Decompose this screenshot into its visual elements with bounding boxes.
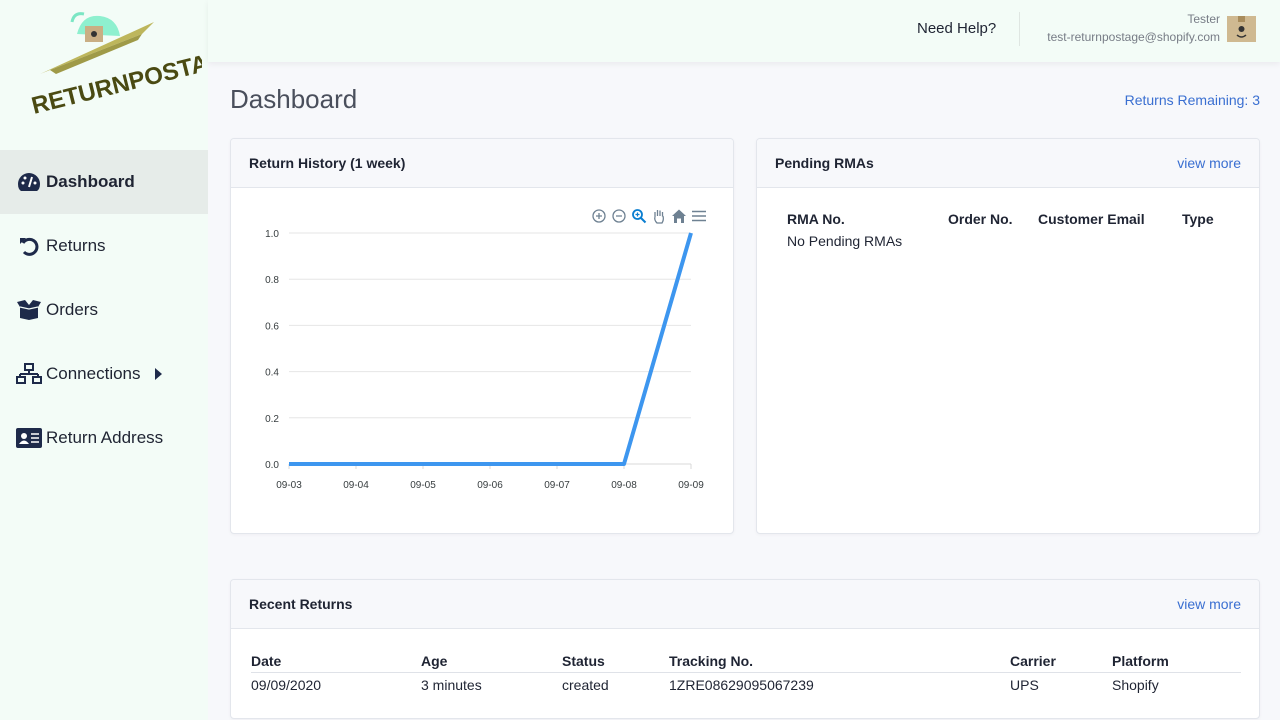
sidebar-item-label: Orders [46,300,98,319]
y-tick-label: 0.0 [265,460,279,471]
need-help-link[interactable]: Need Help? [917,20,996,37]
empty-state-text: No Pending RMAs [787,233,903,249]
caret-right-icon[interactable] [154,368,162,380]
brand-text: RETURNPOSTAGE [29,41,202,119]
reset-home-icon[interactable] [671,208,687,224]
x-tick-label: 09-06 [477,480,503,491]
sidebar-item-returns[interactable]: Returns [0,214,208,278]
card-header: Pending RMAs view more [757,139,1259,188]
zoom-in-icon[interactable] [591,208,607,224]
x-tick-label: 09-05 [410,480,436,491]
column-header[interactable]: Carrier [1010,650,1112,673]
return-history-chart: 0.0 0.2 0.4 0.6 0.8 1.0 09-03 09-04 09-05 09-06 09… [231,188,733,533]
rma-table: RMA No. Order No. Customer Email Type [787,209,1214,229]
view-more-link[interactable]: view more [1177,596,1241,612]
column-header[interactable]: Date [251,650,421,673]
card-header: Recent Returns view more [231,580,1259,629]
returns-remaining-link[interactable]: Returns Remaining: 3 [1125,92,1260,108]
recent-returns-card: Recent Returns view more Date Age Status… [230,579,1260,719]
sidebar-item-connections[interactable]: Connections [0,342,208,406]
column-header[interactable]: Status [562,650,669,673]
cell-age: 3 minutes [421,677,482,694]
table-header-row: RMA No. Order No. Customer Email Type [787,209,1214,229]
chart-toolbar [591,208,707,224]
pending-rmas-card: Pending RMAs view more RMA No. Order No.… [756,138,1260,534]
card-title: Recent Returns [249,596,353,612]
sidebar-item-orders[interactable]: Orders [0,278,208,342]
column-header[interactable]: Tracking No. [669,650,1010,673]
sidebar-item-label: Returns [46,236,106,255]
cell-carrier: UPS [1010,677,1039,694]
x-tick-label: 09-09 [678,480,704,491]
column-header[interactable]: RMA No. [787,209,948,229]
y-tick-label: 1.0 [265,229,279,240]
x-tick-label: 09-04 [343,480,369,491]
y-tick-label: 0.6 [265,321,279,332]
column-header[interactable]: Order No. [948,209,1038,229]
x-tick-label: 09-08 [611,480,637,491]
chart-plot: 0.0 0.2 0.4 0.6 0.8 1.0 09-03 09-04 09-05 09-06 09… [265,229,704,491]
series-line [289,232,693,466]
sidebar: RETURNPOSTAGE Dashboard Returns Orders C… [0,0,208,720]
y-tick-label: 0.8 [265,275,279,286]
zoom-out-icon[interactable] [611,208,627,224]
table-header-row: Date Age Status Tracking No. Carrier Pla… [251,650,1241,673]
cell-date: 09/09/2020 [251,677,322,694]
cell-platform: Shopify [1112,677,1159,694]
card-title: Pending RMAs [775,155,874,171]
card-title: Return History (1 week) [249,155,406,171]
sidebar-item-label: Connections [46,364,141,383]
cell-tracking[interactable]: 1ZRE08629095067239 [669,672,1010,698]
column-header[interactable]: Customer Email [1038,209,1182,229]
box-open-icon [16,299,42,321]
column-header[interactable]: Platform [1112,650,1241,673]
tachometer-icon [16,171,42,193]
topbar-divider [1019,12,1020,46]
table-row[interactable]: 09/09/2020 3 minutes created 1ZRE0862909… [251,672,1241,698]
avatar[interactable] [1227,16,1256,42]
user-name: Tester [1187,12,1220,26]
recent-returns-table: Date Age Status Tracking No. Carrier Pla… [251,650,1241,698]
cell-status: created [562,677,609,694]
x-tick-label: 09-03 [276,480,302,491]
sidebar-item-label: Dashboard [46,172,135,191]
column-header[interactable]: Type [1182,209,1214,229]
returnpostage-logo[interactable]: RETURNPOSTAGE [22,4,202,122]
sidebar-item-dashboard[interactable]: Dashboard [0,150,208,214]
undo-icon [16,235,42,257]
sidebar-nav: Dashboard Returns Orders Connections Ret… [0,150,208,470]
card-header: Return History (1 week) [231,139,733,188]
column-header[interactable]: Age [421,650,562,673]
view-more-link[interactable]: view more [1177,155,1241,171]
menu-icon[interactable] [691,208,707,224]
return-history-card: Return History (1 week) 0.0 0.2 0.4 0.6 0.8 1… [230,138,734,534]
network-icon [16,363,42,385]
selection-zoom-icon[interactable] [631,208,647,224]
address-card-icon [16,427,42,449]
top-bar: Need Help? Tester test-returnpostage@sho… [208,0,1280,62]
sidebar-item-label: Return Address [46,428,164,447]
y-tick-label: 0.4 [265,368,279,379]
pan-icon[interactable] [651,208,667,224]
page-title: Dashboard [230,84,358,114]
y-tick-label: 0.2 [265,414,279,425]
x-tick-label: 09-07 [544,480,570,491]
user-email: test-returnpostage@shopify.com [1047,30,1220,44]
sidebar-item-return-address[interactable]: Return Address [0,406,208,470]
